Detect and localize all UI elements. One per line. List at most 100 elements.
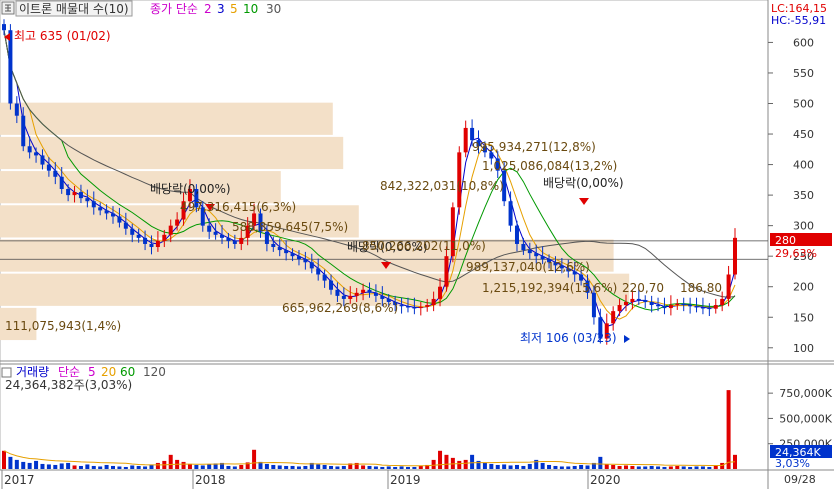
candle-body [412,307,417,309]
low-label: 최저 106 (03/23) [520,331,617,345]
volume-bar [713,465,718,469]
candle-body [713,305,718,309]
candle-body [213,231,218,235]
candle-body [277,247,282,251]
candle-body [309,262,314,269]
price-tick-label: 500 [793,98,814,111]
candle-body [155,240,160,248]
candle-body [8,30,13,104]
volume-bar [264,463,269,469]
volume-profile-bar [0,171,281,204]
candle-body [726,274,731,299]
candle-body [623,301,628,306]
candle-body [2,24,6,31]
volume-bar [226,465,231,469]
candle-body [290,253,295,257]
volume-bar [514,464,519,469]
volume-bar [553,465,558,469]
volume-pane-icon[interactable] [1,367,12,378]
volume-bar [8,456,13,469]
volume-bar [380,466,385,469]
volume-bar [688,466,693,469]
ma-period-3: 3 [217,2,225,16]
candle-body [34,152,39,156]
year-label: 2018 [195,473,226,487]
candle-body [367,289,372,293]
indicator-title: 이트론 매물대 수(10) [19,2,129,16]
volume-profile-label: 665,962,269(8,6%) [282,301,398,315]
candle-body [14,103,19,116]
candle-body [46,164,51,171]
volume-bar [527,463,532,469]
volume-bar [91,465,96,469]
candle-body [700,307,705,309]
candle-body [675,303,680,306]
candle-body [239,237,244,244]
candle-body [611,311,616,324]
volume-bar [66,462,71,469]
hc-readout: HC:-55,91 [771,14,826,27]
candle-body [207,225,212,232]
candle-body [470,127,475,141]
ma-period-10: 10 [243,2,258,16]
dividend-label: 배당락(0,00%) [150,182,231,196]
volume-bar [668,466,673,469]
volume-bar [636,466,641,469]
candle-body [85,198,90,202]
candle-body [130,228,135,235]
volume-bar [290,465,295,469]
price-tick-label: 350 [793,189,814,202]
candle-body [534,253,539,257]
volume-profile-label: 995,934,271(12,8%) [472,140,596,154]
price-tick-label: 550 [793,67,814,80]
volume-bar [117,466,122,469]
candle-body [540,256,545,260]
volume-bar [502,464,507,469]
candle-body [66,189,71,196]
volume-bar [136,465,141,469]
volume-bar [46,464,51,469]
candle-body [168,225,173,235]
volume-bar [316,464,321,469]
candle-body [720,298,725,306]
volume-current: 24,364,382주(3,03%) [5,378,132,392]
volume-bar [457,460,462,469]
volume-profile-label: 842,322,031(10,8%) [380,179,504,193]
price-tick-label: 150 [793,311,814,324]
high-label: 최고 635 (01/02) [14,29,111,43]
last-date-label: 09/28 [784,473,816,486]
volume-bar [579,464,584,469]
price-marker-label: 186,80 [680,281,722,295]
volume-bar [207,464,212,469]
chart-canvas[interactable]: 최고 635 (01/02) 최저 106 (03/23) 배당락(0,00%) 배당… [0,0,834,489]
volume-bar [78,465,83,469]
price-tick-label: 200 [793,281,814,294]
volume-bar [200,465,205,469]
volume-bar [341,465,346,469]
candle-body [91,201,96,208]
price-tick-label: 300 [793,220,814,233]
volume-bar [405,466,410,469]
volume-bar [418,465,423,469]
candle-body [508,201,513,226]
candle-body [220,234,225,238]
volume-bar [181,461,186,469]
candle-body [53,170,58,177]
volume-bar [27,462,32,469]
candle-body [335,289,340,296]
ma-period-2: 2 [204,2,212,16]
volume-profile-label: 497,316,415(6,3%) [180,200,296,214]
volume-profile-label: 111,075,943(1,4%) [5,319,121,333]
candle-body [617,305,622,312]
candle-body [117,216,122,223]
dividend-label: 배당락(0,00%) [543,176,624,190]
candle-body [373,292,378,296]
volume-bar [284,465,289,469]
volume-bar [271,464,276,469]
candle-body [527,250,532,254]
volume-bar [572,465,577,469]
volume-bar [168,454,173,469]
volume-bar [53,464,58,469]
current-price-change: 29,63% [775,247,817,260]
candle-body [431,298,436,306]
